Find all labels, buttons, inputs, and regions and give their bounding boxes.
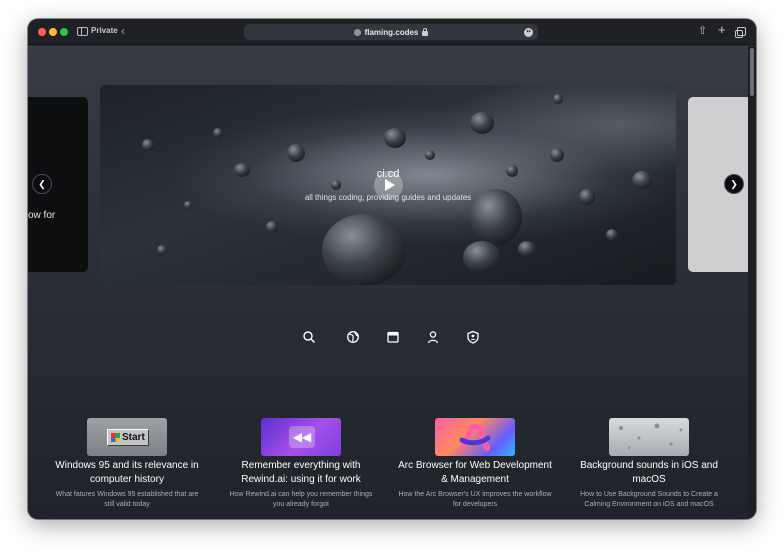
globe-icon[interactable] bbox=[346, 330, 360, 344]
article-title[interactable]: Arc Browser for Web Development & Manage… bbox=[398, 459, 552, 487]
url-text: flaming.codes bbox=[364, 27, 419, 37]
windows-start-button-image: Start bbox=[107, 429, 149, 446]
site-favicon-icon bbox=[353, 28, 361, 36]
title-bar: Private ‹ flaming.codes •• ⇧ + bbox=[28, 19, 756, 45]
zoom-window-button[interactable] bbox=[60, 28, 68, 36]
browser-window: Private ‹ flaming.codes •• ⇧ + ow for ci… bbox=[28, 19, 756, 519]
prev-card-text: ow for bbox=[28, 210, 56, 221]
water-droplets-image bbox=[619, 423, 683, 450]
hero-card[interactable]: ci.cd all things coding, providing guide… bbox=[100, 85, 676, 285]
search-icon[interactable] bbox=[302, 330, 316, 344]
article-thumbnail: Start bbox=[87, 418, 167, 456]
url-display: flaming.codes bbox=[244, 24, 538, 40]
new-tab-plus-icon[interactable]: + bbox=[718, 23, 726, 37]
article-description: What fatures Windows 95 established that… bbox=[55, 491, 199, 508]
article-description: How the Arc Browser's UX improves the wo… bbox=[398, 491, 552, 508]
rewind-icon: ◀◀ bbox=[289, 426, 315, 448]
article-thumbnail bbox=[435, 418, 515, 456]
article-description: How to Use Background Sounds to Create a… bbox=[580, 491, 718, 508]
carousel-prev-button[interactable]: ❮ bbox=[32, 174, 52, 194]
article-thumbnail bbox=[609, 418, 689, 456]
back-chevron-icon[interactable]: ‹ bbox=[121, 24, 125, 38]
lock-icon bbox=[422, 27, 429, 36]
vertical-scrollbar[interactable] bbox=[748, 46, 756, 519]
arc-logo-icon bbox=[459, 424, 491, 451]
hero-subtitle: all things coding, providing guides and … bbox=[304, 193, 472, 202]
article-card-list: Start Windows 95 and its relevance in co… bbox=[50, 418, 734, 519]
tabs-overview-icon[interactable] bbox=[735, 27, 746, 38]
close-window-button[interactable] bbox=[38, 28, 46, 36]
shield-icon[interactable] bbox=[466, 330, 480, 344]
share-icon[interactable]: ⇧ bbox=[698, 24, 707, 38]
scrollbar-thumb[interactable] bbox=[750, 48, 754, 96]
thumb-start-text: Start bbox=[122, 432, 145, 443]
article-title[interactable]: Background sounds in iOS and macOS bbox=[572, 459, 726, 487]
page-menu-icon[interactable]: •• bbox=[524, 28, 533, 37]
article-thumbnail: ◀◀ bbox=[261, 418, 341, 456]
category-icon-row bbox=[298, 330, 488, 346]
minimize-window-button[interactable] bbox=[49, 28, 57, 36]
user-icon[interactable] bbox=[426, 330, 440, 344]
address-bar[interactable]: flaming.codes •• bbox=[244, 24, 538, 40]
private-mode-label: Private bbox=[91, 26, 118, 35]
windows-logo-icon bbox=[111, 433, 120, 442]
article-title[interactable]: Windows 95 and its relevance in computer… bbox=[50, 459, 204, 487]
carousel-next-button[interactable]: ❯ bbox=[724, 174, 744, 194]
calendar-icon[interactable] bbox=[386, 330, 400, 344]
play-icon bbox=[385, 179, 395, 191]
web-page-viewport: ow for ci.cd all things coding, providin… bbox=[28, 46, 756, 519]
article-title[interactable]: Remember everything with Rewind.ai: usin… bbox=[224, 459, 378, 487]
sidebar-toggle-icon[interactable] bbox=[77, 27, 88, 36]
article-description: How Rewind.ai can help you remember thin… bbox=[229, 491, 373, 508]
